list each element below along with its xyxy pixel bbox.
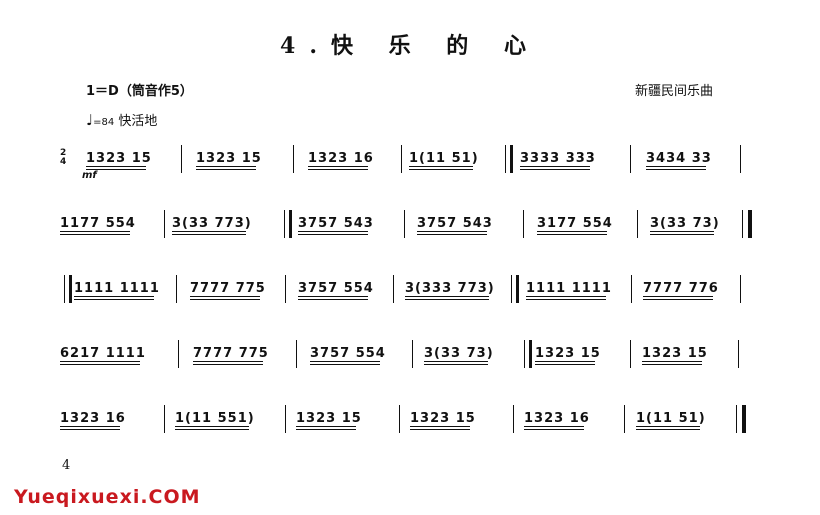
measure: 3757 554 — [298, 281, 374, 300]
barline — [412, 340, 413, 368]
score-line-3: 1111 1111 7777 775 3757 554 3(333 773) 1… — [60, 275, 750, 311]
barline — [164, 405, 165, 433]
measure: 1111 1111 — [74, 281, 160, 300]
score-line-2: 1177 554 3(33 773) 3757 543 3757 543 317… — [60, 210, 752, 246]
measure: 3333 333 — [520, 151, 596, 170]
barline — [285, 275, 286, 303]
measure: 3(333 773) — [405, 281, 495, 300]
piece-source: 新疆民间乐曲 — [635, 84, 714, 99]
measure: 1323 15 — [642, 346, 708, 365]
measure: 1323 16 — [60, 411, 126, 430]
site-watermark: Yueqixuexi.COM — [14, 486, 201, 508]
barline — [401, 145, 402, 173]
measure: 7777 775 — [190, 281, 266, 300]
measure: 1323 15 — [196, 151, 262, 170]
barline — [399, 405, 400, 433]
key-signature: 1＝D（筒音作5） — [86, 84, 193, 99]
measure: 7777 776 — [643, 281, 719, 300]
measure: 1(11 51) — [409, 151, 479, 170]
measure: 3(33 773) — [172, 216, 252, 235]
repeat-barline — [524, 340, 532, 368]
measure: 3757 543 — [298, 216, 374, 235]
barline — [637, 210, 638, 238]
repeat-barline — [64, 275, 72, 303]
barline — [740, 275, 741, 303]
barline — [742, 210, 752, 238]
measure: 1323 15 — [535, 346, 601, 365]
score-line-4: 6217 1111 7777 775 3757 554 3(33 73) 132… — [60, 340, 750, 376]
barline — [296, 340, 297, 368]
measure: 1(11 551) — [175, 411, 255, 430]
barline — [630, 145, 631, 173]
tempo-bpm: =84 — [93, 117, 115, 128]
barline — [740, 145, 741, 173]
repeat-barline — [284, 210, 292, 238]
measure: 3177 554 — [537, 216, 613, 235]
measure: 1323 16 — [524, 411, 590, 430]
measure: 6217 1111 — [60, 346, 146, 365]
measure: 1177 554 — [60, 216, 136, 235]
barline — [738, 340, 739, 368]
repeat-barline — [511, 275, 519, 303]
barline — [293, 145, 294, 173]
barline — [630, 340, 631, 368]
measure: 1323 15 — [410, 411, 476, 430]
barline — [631, 275, 632, 303]
measure: 1111 1111 — [526, 281, 612, 300]
tempo-marking: ♩=84 快活地 — [86, 110, 157, 129]
measure: 3(33 73) — [650, 216, 720, 235]
score-line-5: 1323 16 1(11 551) 1323 15 1323 15 1323 1… — [60, 405, 750, 441]
barline — [164, 210, 165, 238]
measure: 7777 775 — [193, 346, 269, 365]
barline — [404, 210, 405, 238]
barline — [178, 340, 179, 368]
final-barline — [736, 405, 746, 433]
barline — [285, 405, 286, 433]
barline — [181, 145, 182, 173]
page-number: 4 — [62, 458, 71, 473]
measure: 3757 554 — [310, 346, 386, 365]
measure: 3757 543 — [417, 216, 493, 235]
measure: 1323 15 — [296, 411, 362, 430]
barline — [624, 405, 625, 433]
measure: 3434 33 — [646, 151, 712, 170]
piece-title: 4.快 乐 的 心 — [280, 33, 540, 59]
barline — [176, 275, 177, 303]
measure: 3(33 73) — [424, 346, 494, 365]
repeat-barline — [505, 145, 513, 173]
score-line-1: 24 mf 1323 15 1323 15 1323 16 1(11 51) 3… — [60, 145, 750, 181]
measure: 1323 15 — [86, 151, 152, 170]
measure: 1(11 51) — [636, 411, 706, 430]
tempo-expression: 快活地 — [118, 114, 158, 129]
barline — [393, 275, 394, 303]
barline — [513, 405, 514, 433]
barline — [523, 210, 524, 238]
measure: 1323 16 — [308, 151, 374, 170]
dynamic-marking: mf — [82, 170, 97, 181]
time-signature: 24 — [60, 148, 67, 167]
